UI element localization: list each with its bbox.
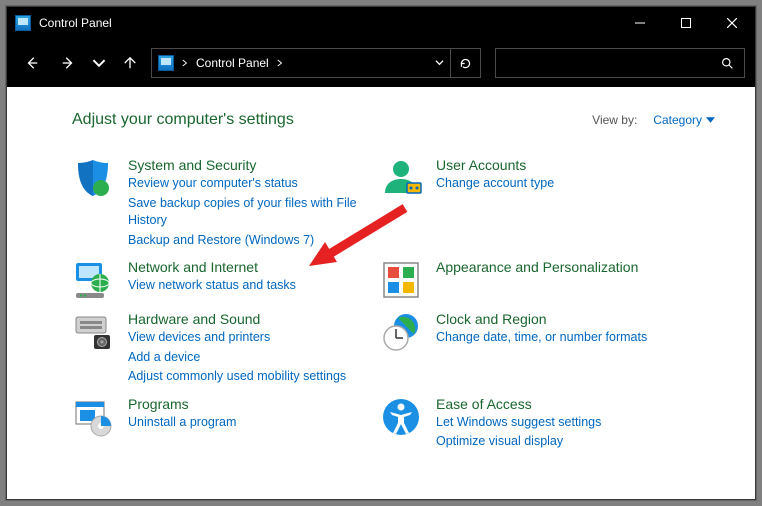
breadcrumb-separator-icon xyxy=(182,56,188,70)
breadcrumb-item[interactable]: Control Panel xyxy=(196,56,283,70)
network-icon xyxy=(72,259,114,301)
close-button[interactable] xyxy=(709,7,755,39)
titlebar-left: Control Panel xyxy=(15,15,112,31)
content-area: Adjust your computer's settings View by:… xyxy=(7,87,755,499)
maximize-button[interactable] xyxy=(663,7,709,39)
breadcrumb-label: Control Panel xyxy=(196,56,269,70)
arrow-up-icon xyxy=(123,56,137,70)
forward-button[interactable] xyxy=(53,48,83,78)
recent-locations-button[interactable] xyxy=(89,48,109,78)
category-title[interactable]: Appearance and Personalization xyxy=(436,259,638,275)
category-link[interactable]: Optimize visual display xyxy=(436,433,601,451)
category-link[interactable]: Let Windows suggest settings xyxy=(436,414,601,432)
search-box[interactable] xyxy=(495,48,745,78)
chevron-down-icon xyxy=(435,58,444,67)
back-button[interactable] xyxy=(17,48,47,78)
category-title[interactable]: Hardware and Sound xyxy=(128,311,346,327)
view-by-value: Category xyxy=(653,113,702,127)
address-bar[interactable]: Control Panel xyxy=(151,48,451,78)
navbar: Control Panel xyxy=(7,39,755,87)
category-link[interactable]: Save backup copies of your files with Fi… xyxy=(128,195,372,230)
up-button[interactable] xyxy=(115,48,145,78)
clock-icon xyxy=(380,311,422,353)
category-link[interactable]: Backup and Restore (Windows 7) xyxy=(128,232,372,250)
category-link[interactable]: Adjust commonly used mobility settings xyxy=(128,368,346,386)
shield-icon xyxy=(72,157,114,199)
refresh-button[interactable] xyxy=(451,48,481,78)
category-title[interactable]: User Accounts xyxy=(436,157,554,173)
category-title[interactable]: Clock and Region xyxy=(436,311,647,327)
address-dropdown-button[interactable] xyxy=(435,56,444,70)
category-link[interactable]: Change account type xyxy=(436,175,554,193)
category-title[interactable]: System and Security xyxy=(128,157,372,173)
appearance-icon xyxy=(380,259,422,301)
search-icon xyxy=(721,57,734,70)
chevron-down-icon xyxy=(92,56,106,70)
maximize-icon xyxy=(681,18,691,28)
content-header: Adjust your computer's settings View by:… xyxy=(72,111,725,129)
arrow-right-icon xyxy=(61,56,75,70)
category-user-accounts: User Accounts Change account type xyxy=(380,157,680,249)
category-network-internet: Network and Internet View network status… xyxy=(72,259,372,301)
control-panel-window: Control Panel xyxy=(6,6,756,500)
control-panel-icon xyxy=(15,15,31,31)
category-system-security: System and Security Review your computer… xyxy=(72,157,372,249)
category-link[interactable]: Uninstall a program xyxy=(128,414,236,432)
arrow-left-icon xyxy=(25,56,39,70)
caret-down-icon xyxy=(706,117,715,123)
control-panel-icon xyxy=(158,55,174,71)
category-title[interactable]: Programs xyxy=(128,396,236,412)
view-by-dropdown[interactable]: Category xyxy=(653,113,715,127)
category-programs: Programs Uninstall a program xyxy=(72,396,372,451)
category-link[interactable]: View devices and printers xyxy=(128,329,346,347)
category-link[interactable]: View network status and tasks xyxy=(128,277,296,295)
window-title: Control Panel xyxy=(39,16,112,30)
minimize-button[interactable] xyxy=(617,7,663,39)
titlebar: Control Panel xyxy=(7,7,755,39)
hardware-icon xyxy=(72,311,114,353)
view-by-label: View by: xyxy=(592,113,637,127)
category-hardware-sound: Hardware and Sound View devices and prin… xyxy=(72,311,372,386)
category-title[interactable]: Ease of Access xyxy=(436,396,601,412)
breadcrumb-separator-icon xyxy=(277,59,283,67)
view-by: View by: Category xyxy=(592,113,725,127)
category-link[interactable]: Change date, time, or number formats xyxy=(436,329,647,347)
refresh-icon xyxy=(459,57,472,70)
page-title: Adjust your computer's settings xyxy=(72,111,294,129)
window-controls xyxy=(617,7,755,39)
category-title[interactable]: Network and Internet xyxy=(128,259,296,275)
minimize-icon xyxy=(635,18,645,28)
category-ease-of-access: Ease of Access Let Windows suggest setti… xyxy=(380,396,680,451)
programs-icon xyxy=(72,396,114,438)
category-appearance: Appearance and Personalization xyxy=(380,259,680,301)
category-link[interactable]: Review your computer's status xyxy=(128,175,372,193)
category-clock-region: Clock and Region Change date, time, or n… xyxy=(380,311,680,386)
category-grid: System and Security Review your computer… xyxy=(72,157,725,451)
category-link[interactable]: Add a device xyxy=(128,349,346,367)
accessibility-icon xyxy=(380,396,422,438)
user-icon xyxy=(380,157,422,199)
close-icon xyxy=(727,18,737,28)
